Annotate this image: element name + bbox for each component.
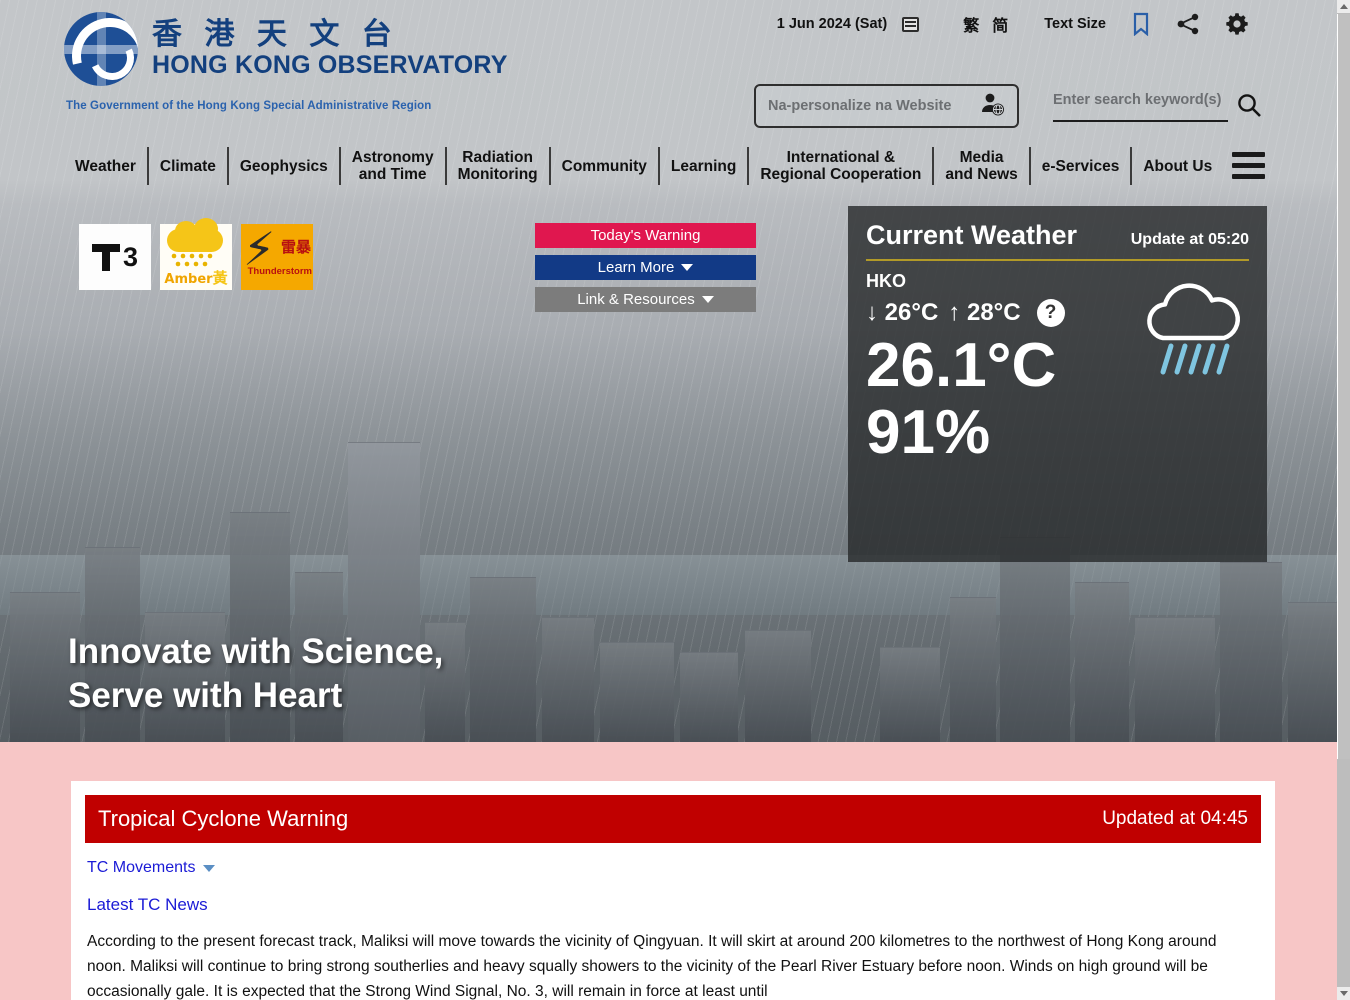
logo-grid-vertical <box>97 12 106 86</box>
nav-item-climate[interactable]: Climate <box>149 147 229 185</box>
nav-item-radiation-monitoring[interactable]: Radiation Monitoring <box>447 147 551 185</box>
tc-movements-label: TC Movements <box>87 859 196 876</box>
site-header: 香 港 天 文 台 HONG KONG OBSERVATORY The Gove… <box>0 0 1337 140</box>
nav-item-international-regional-cooperation[interactable]: International & Regional Cooperation <box>749 147 935 185</box>
tropical-cyclone-title: Tropical Cyclone Warning <box>98 806 349 831</box>
search-input[interactable]: Enter search keyword(s) <box>1053 92 1228 122</box>
hamburger-bar-2 <box>1232 163 1265 168</box>
current-weather-header: Current Weather Update at 05:20 <box>866 220 1249 261</box>
link-resources-button[interactable]: Link & Resources <box>535 287 756 312</box>
government-line: The Government of the Hong Kong Special … <box>66 100 432 112</box>
language-traditional-chinese[interactable]: 繁 <box>963 12 979 36</box>
latest-tc-news-link[interactable]: Latest TC News <box>87 895 1259 915</box>
logo-grid-horizontal <box>64 45 138 54</box>
current-weather-panel: Current Weather Update at 05:20 HKO ↓ 26… <box>848 206 1267 562</box>
signal-t-shape <box>91 243 120 271</box>
nav-item-geophysics[interactable]: Geophysics <box>229 147 341 185</box>
current-date: 1 Jun 2024 (Sat) <box>776 16 888 32</box>
thunderstorm-label-en: Thunderstorm <box>247 266 312 277</box>
thunderstorm-warning-icon[interactable]: ⚡ 雷暴 Thunderstorm <box>241 224 313 290</box>
scrollbar-down-arrow[interactable] <box>1337 987 1350 1000</box>
standby-signal-no3-icon[interactable]: 3 <box>79 224 151 290</box>
nav-item-learning[interactable]: Learning <box>660 147 750 185</box>
personalize-website-box[interactable]: Na-personalize na Website <box>754 84 1019 128</box>
active-warnings: 3 Amber黃 ⚡ 雷暴 Thunderstorm <box>79 218 313 290</box>
scrollbar-thumb[interactable] <box>1337 14 1350 759</box>
logo-chinese-name: 香 港 天 文 台 <box>152 17 398 52</box>
chevron-down-icon <box>701 296 714 303</box>
tc-movements-link[interactable]: TC Movements <box>87 859 216 877</box>
amber-label: Amber黃 <box>160 267 232 288</box>
signal-number: 3 <box>122 241 139 272</box>
text-size-label[interactable]: Text Size <box>1044 16 1106 32</box>
rain-cloud-icon <box>1135 278 1245 386</box>
calendar-icon[interactable] <box>902 16 920 32</box>
amber-raindrops <box>170 252 220 268</box>
todays-warning-label: Today's Warning <box>590 227 701 244</box>
nav-item-about-us[interactable]: About Us <box>1132 147 1223 185</box>
bookmark-icon[interactable] <box>1131 12 1151 36</box>
current-humidity: 91% <box>866 398 991 468</box>
share-icon[interactable] <box>1176 13 1200 35</box>
thunderstorm-label-cn: 雷暴 <box>280 238 311 256</box>
logo-english-name: HONG KONG OBSERVATORY <box>152 51 508 79</box>
gear-icon[interactable] <box>1225 12 1249 36</box>
help-icon[interactable]: ? <box>1036 299 1065 327</box>
tropical-cyclone-updated: Updated at 04:45 <box>1102 808 1248 829</box>
chevron-down-icon <box>681 264 694 271</box>
todays-warning-button[interactable]: Today's Warning <box>535 223 756 248</box>
current-weather-update-time: Update at 05:20 <box>1130 231 1249 248</box>
min-temperature: ↓ 26°C <box>866 299 939 326</box>
page-scrollbar[interactable] <box>1337 0 1350 1000</box>
nav-item-media-and-news[interactable]: Media and News <box>934 147 1031 185</box>
hero-button-group: Today's Warning Learn More Link & Resour… <box>535 223 756 312</box>
amber-cloud-shape <box>167 218 223 252</box>
site-logo[interactable]: 香 港 天 文 台 HONG KONG OBSERVATORY <box>64 12 508 86</box>
current-weather-title: Current Weather <box>866 220 1078 250</box>
hamburger-menu-icon[interactable] <box>1232 152 1265 179</box>
learn-more-button[interactable]: Learn More <box>535 255 756 280</box>
chevron-down-icon <box>203 864 216 872</box>
learn-more-label: Learn More <box>597 259 675 276</box>
scrollbar-up-arrow[interactable] <box>1337 0 1350 13</box>
nav-item-community[interactable]: Community <box>551 147 660 185</box>
language-simplified-chinese[interactable]: 简 <box>992 12 1008 36</box>
page-root: 香 港 天 文 台 HONG KONG OBSERVATORY The Gove… <box>0 0 1350 1000</box>
nav-item-e-services[interactable]: e-Services <box>1031 147 1133 185</box>
tropical-cyclone-header: Tropical Cyclone Warning Updated at 04:4… <box>85 795 1261 843</box>
amber-label-cn: 黃 <box>212 269 228 287</box>
tropical-cyclone-body-text: According to the present forecast track,… <box>87 933 1217 1000</box>
hamburger-bar-1 <box>1232 152 1265 157</box>
hko-logo-mark <box>64 12 138 86</box>
tropical-cyclone-links: TC Movements Latest TC News According to… <box>85 843 1261 1000</box>
nav-item-weather[interactable]: Weather <box>64 147 149 185</box>
search-icon[interactable] <box>1236 92 1262 118</box>
search-placeholder: Enter search keyword(s) <box>1053 92 1222 108</box>
person-globe-icon[interactable] <box>979 91 1005 122</box>
amber-label-en: Amber <box>164 272 213 287</box>
main-navigation: Weather Climate Geophysics Astronomy and… <box>64 145 1223 187</box>
max-temperature: ↑ 28°C <box>948 299 1021 326</box>
utility-bar: 1 Jun 2024 (Sat) 繁 简 Text Size <box>777 11 1249 37</box>
hamburger-bar-3 <box>1232 174 1265 179</box>
amber-rainstorm-warning-icon[interactable]: Amber黃 <box>160 218 232 290</box>
nav-item-astronomy-and-time[interactable]: Astronomy and Time <box>341 147 447 185</box>
personalize-placeholder: Na-personalize na Website <box>768 98 952 114</box>
harbour-water <box>0 555 1337 615</box>
hero-tagline: Innovate with Science, Serve with Heart <box>68 632 444 715</box>
tropical-cyclone-card: Tropical Cyclone Warning Updated at 04:4… <box>71 781 1275 1000</box>
link-resources-label: Link & Resources <box>577 291 695 308</box>
